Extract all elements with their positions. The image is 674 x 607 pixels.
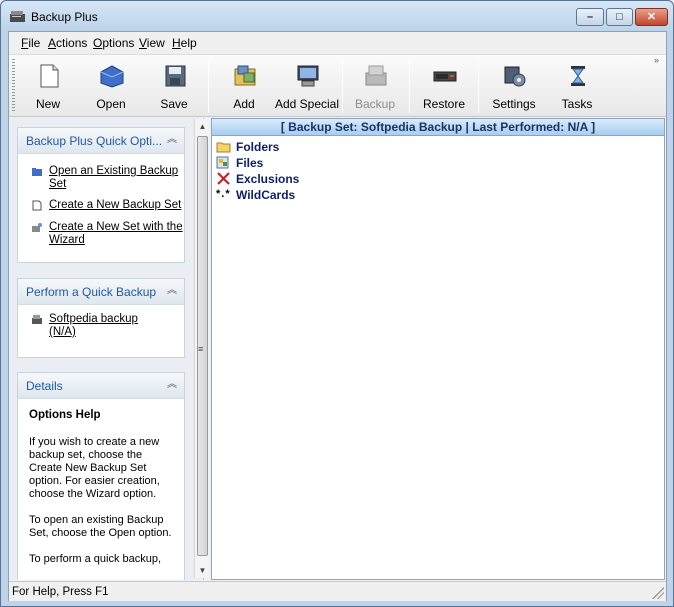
status-text: For Help, Press F1 — [12, 586, 109, 598]
menu-actions[interactable]: Actions — [48, 36, 87, 50]
restore-label: Restore — [422, 97, 466, 111]
files-icon — [216, 156, 229, 169]
toolbar: New Open Save Add Add Special Backup Res… — [9, 54, 666, 117]
task-open-existing-backup-set[interactable]: Open an Existing Backup Set — [18, 165, 184, 199]
scroll-up-arrow-icon[interactable]: ▲ — [195, 119, 210, 134]
wizard-icon — [32, 223, 42, 232]
settings-button[interactable]: Settings — [483, 55, 545, 117]
save-button[interactable]: Save — [143, 55, 205, 117]
add-special-button[interactable]: Add Special — [275, 55, 339, 117]
task-label[interactable]: Softpedia backup (N/A) — [49, 313, 138, 338]
tasks-hourglass-icon — [571, 66, 585, 86]
save-disk-icon — [165, 65, 186, 87]
details-paragraph: If you wish to create a new backup set, … — [29, 436, 160, 500]
task-create-new-backup-set[interactable]: Create a New Backup Set — [18, 199, 184, 221]
tree-item-label: WildCards — [236, 188, 296, 202]
resize-grip-icon[interactable] — [652, 587, 664, 599]
details-title: Details — [26, 379, 63, 393]
backup-drive-icon — [32, 315, 42, 324]
save-label: Save — [160, 97, 188, 111]
open-folder-icon — [100, 65, 124, 88]
backup-plus-app-icon — [10, 11, 25, 22]
restore-button[interactable]: Restore — [413, 55, 475, 117]
close-button[interactable]: ✕ — [635, 8, 668, 26]
client-area: File Actions Options View Help New Open — [8, 31, 667, 601]
details-panel: Details ︽ Options Help If you wish to cr… — [17, 372, 185, 580]
details-paragraph: To perform a quick backup, — [29, 553, 162, 565]
details-header[interactable]: Details ︽ — [18, 373, 184, 399]
menu-options[interactable]: Options — [93, 36, 134, 50]
new-button[interactable]: New — [17, 55, 79, 117]
menu-view[interactable]: View — [139, 36, 165, 50]
scroll-down-arrow-icon[interactable]: ▼ — [195, 563, 210, 578]
task-pane: Backup Plus Quick Opti... ︽ Open an Exis… — [9, 118, 204, 580]
splitter-grip-icon[interactable]: ≡ — [198, 344, 203, 354]
task-label[interactable]: Open an Existing Backup Set — [49, 165, 178, 190]
quick-backup-panel: Perform a Quick Backup ︽ Softpedia backu… — [17, 278, 185, 358]
quick-backup-title: Perform a Quick Backup — [26, 285, 157, 299]
close-icon: ✕ — [646, 11, 657, 23]
folder-icon — [216, 142, 231, 153]
task-softpedia-backup[interactable]: Softpedia backup (N/A) — [18, 313, 138, 339]
collapse-chevron-icon[interactable]: ︽ — [166, 379, 178, 391]
title-bar[interactable]: Backup Plus – □ ✕ — [1, 1, 673, 31]
quick-options-header[interactable]: Backup Plus Quick Opti... ︽ — [18, 128, 184, 154]
tree-item-label: Files — [236, 156, 264, 170]
details-body: Options Help If you wish to create a new… — [18, 399, 184, 566]
window-title: Backup Plus — [31, 10, 98, 24]
menu-help[interactable]: Help — [172, 36, 197, 50]
minimize-button[interactable]: – — [576, 8, 604, 26]
new-document-icon — [32, 200, 42, 211]
settings-gear-icon — [504, 66, 526, 87]
quick-backup-header[interactable]: Perform a Quick Backup ︽ — [18, 279, 184, 305]
tasks-button[interactable]: Tasks — [546, 55, 608, 117]
restore-drive-icon — [433, 71, 457, 82]
red-x-icon — [217, 172, 230, 185]
task-label[interactable]: Create a New Backup Set — [49, 199, 181, 211]
task-create-set-with-wizard[interactable]: Create a New Set with the Wizard — [18, 221, 184, 255]
backup-set-tree: [ Backup Set: Softpedia Backup | Last Pe… — [211, 118, 665, 580]
backup-button[interactable]: Backup — [344, 55, 406, 117]
maximize-icon: □ — [616, 11, 623, 23]
add-special-label: Add Special — [274, 97, 340, 111]
tree-item-label: Exclusions — [236, 172, 300, 186]
wildcard-icon: *.* — [216, 188, 231, 200]
details-heading: Options Help — [29, 409, 101, 421]
toolbar-overflow-chevron-icon[interactable]: » — [654, 55, 659, 65]
add-button[interactable]: Add — [213, 55, 275, 117]
minimize-icon: – — [586, 11, 594, 23]
quick-options-title: Backup Plus Quick Opti... — [26, 134, 163, 148]
menu-file[interactable]: File — [21, 36, 40, 50]
details-paragraph: To open an existing Backup Set, choose t… — [29, 514, 172, 539]
add-special-computer-icon — [297, 65, 319, 87]
task-label[interactable]: Create a New Set with the Wizard — [49, 221, 183, 246]
status-bar: For Help, Press F1 — [9, 581, 666, 601]
app-window: Backup Plus – □ ✕ File Actions Options V… — [0, 0, 674, 607]
backup-drive-icon — [365, 65, 387, 86]
tasks-label: Tasks — [561, 97, 593, 111]
backup-label: Backup — [354, 97, 396, 111]
folder-icon — [32, 168, 42, 176]
open-button[interactable]: Open — [80, 55, 142, 117]
quick-options-panel: Backup Plus Quick Opti... ︽ Open an Exis… — [17, 127, 185, 263]
new-document-icon — [40, 64, 59, 88]
collapse-chevron-icon[interactable]: ︽ — [166, 134, 178, 146]
tree-item-label: Folders — [236, 140, 280, 154]
menu-bar: File Actions Options View Help — [9, 32, 666, 54]
maximize-button[interactable]: □ — [606, 8, 633, 26]
add-files-icon — [234, 65, 256, 86]
collapse-chevron-icon[interactable]: ︽ — [166, 285, 178, 297]
backup-set-header: [ Backup Set: Softpedia Backup | Last Pe… — [212, 119, 664, 136]
